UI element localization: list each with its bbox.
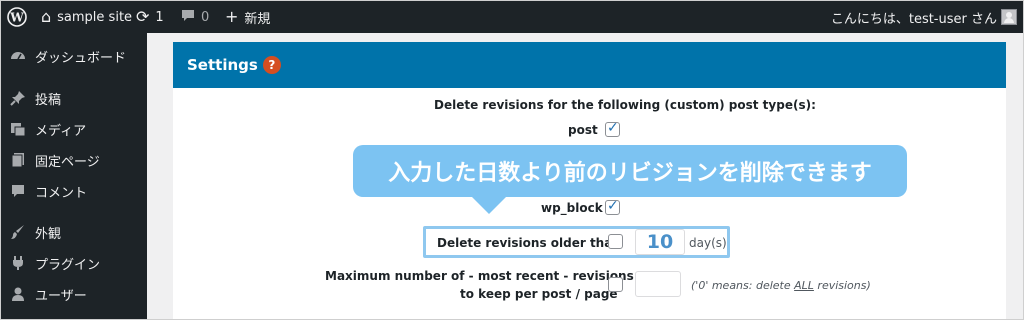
- max-number-checkbox[interactable]: [608, 277, 623, 292]
- post-type-label-post: post: [568, 123, 598, 137]
- older-than-unit: day(s): [689, 236, 727, 250]
- post-types-heading: Delete revisions for the following (cust…: [434, 98, 816, 112]
- post-type-checkbox-post[interactable]: [605, 120, 620, 137]
- dashboard-icon: [1, 48, 35, 64]
- max-number-label-line2: to keep per post / page: [460, 287, 618, 301]
- updates-link[interactable]: ⟳ 1: [136, 1, 164, 33]
- help-icon[interactable]: ?: [262, 56, 281, 74]
- admin-sidebar: ダッシュボード 投稿 メディア 固定ページ コメント 外観 プラグイン ユーザー: [1, 33, 147, 319]
- callout-bubble: 入力した日数より前のリビジョンを削除できます: [353, 145, 907, 197]
- new-content-link[interactable]: + 新規: [225, 1, 270, 33]
- comments-count: 0: [201, 9, 210, 25]
- refresh-icon: ⟳: [136, 7, 150, 26]
- site-name: sample site: [57, 9, 133, 25]
- post-type-checkbox-wp-block[interactable]: [605, 198, 620, 215]
- comment-icon: [1, 183, 35, 199]
- admin-bar: W ⌂ sample site ⟳ 1 0 + 新規 こんにちは、test-us…: [1, 1, 1023, 33]
- callout-tail: [471, 196, 507, 214]
- comment-bubble-icon: [181, 9, 195, 26]
- user-icon: [1, 286, 35, 302]
- settings-panel-header: Settings ?: [173, 42, 1006, 88]
- page-title: Settings: [187, 56, 258, 74]
- greeting-text: こんにちは、test-user さん: [830, 11, 997, 27]
- home-icon: ⌂: [41, 7, 52, 26]
- sidebar-item-users[interactable]: ユーザー: [1, 279, 147, 309]
- older-than-days-input[interactable]: 10: [635, 229, 685, 255]
- max-number-input[interactable]: [635, 271, 681, 297]
- avatar[interactable]: [1001, 9, 1017, 25]
- account-link[interactable]: こんにちは、test-user さん: [831, 1, 997, 33]
- older-than-label: Delete revisions older than: [437, 236, 621, 250]
- sidebar-item-dashboard[interactable]: ダッシュボード: [1, 41, 147, 71]
- wordpress-logo-icon[interactable]: W: [7, 1, 29, 33]
- callout-text: 入力した日数より前のリビジョンを削除できます: [388, 161, 872, 186]
- max-number-label-line1: Maximum number of - most recent - revisi…: [325, 269, 634, 283]
- media-icon: [1, 121, 35, 137]
- sidebar-item-plugins[interactable]: プラグイン: [1, 248, 147, 278]
- svg-text:W: W: [9, 11, 24, 25]
- new-label: 新規: [244, 11, 271, 27]
- plus-icon: +: [225, 7, 239, 26]
- page-icon: [1, 152, 35, 168]
- screenshot-frame: W ⌂ sample site ⟳ 1 0 + 新規 こんにちは、test-us…: [0, 0, 1024, 320]
- sidebar-item-appearance[interactable]: 外観: [1, 217, 147, 247]
- plugin-icon: [1, 255, 35, 271]
- older-than-checkbox[interactable]: [608, 234, 623, 249]
- pin-icon: [1, 90, 35, 106]
- post-type-label-wp-block: wp_block: [541, 201, 603, 215]
- max-number-note-all: ALL: [794, 279, 814, 292]
- sidebar-item-comments[interactable]: コメント: [1, 176, 147, 206]
- comments-link[interactable]: 0: [181, 1, 209, 33]
- sidebar-item-posts[interactable]: 投稿: [1, 83, 147, 113]
- sidebar-item-pages[interactable]: 固定ページ: [1, 145, 147, 175]
- updates-count: 1: [155, 9, 164, 25]
- site-name-link[interactable]: ⌂ sample site: [41, 1, 132, 33]
- sidebar-item-media[interactable]: メディア: [1, 114, 147, 144]
- max-number-note: ('0' means: delete ALL revisions): [691, 279, 871, 292]
- paintbrush-icon: [1, 224, 35, 240]
